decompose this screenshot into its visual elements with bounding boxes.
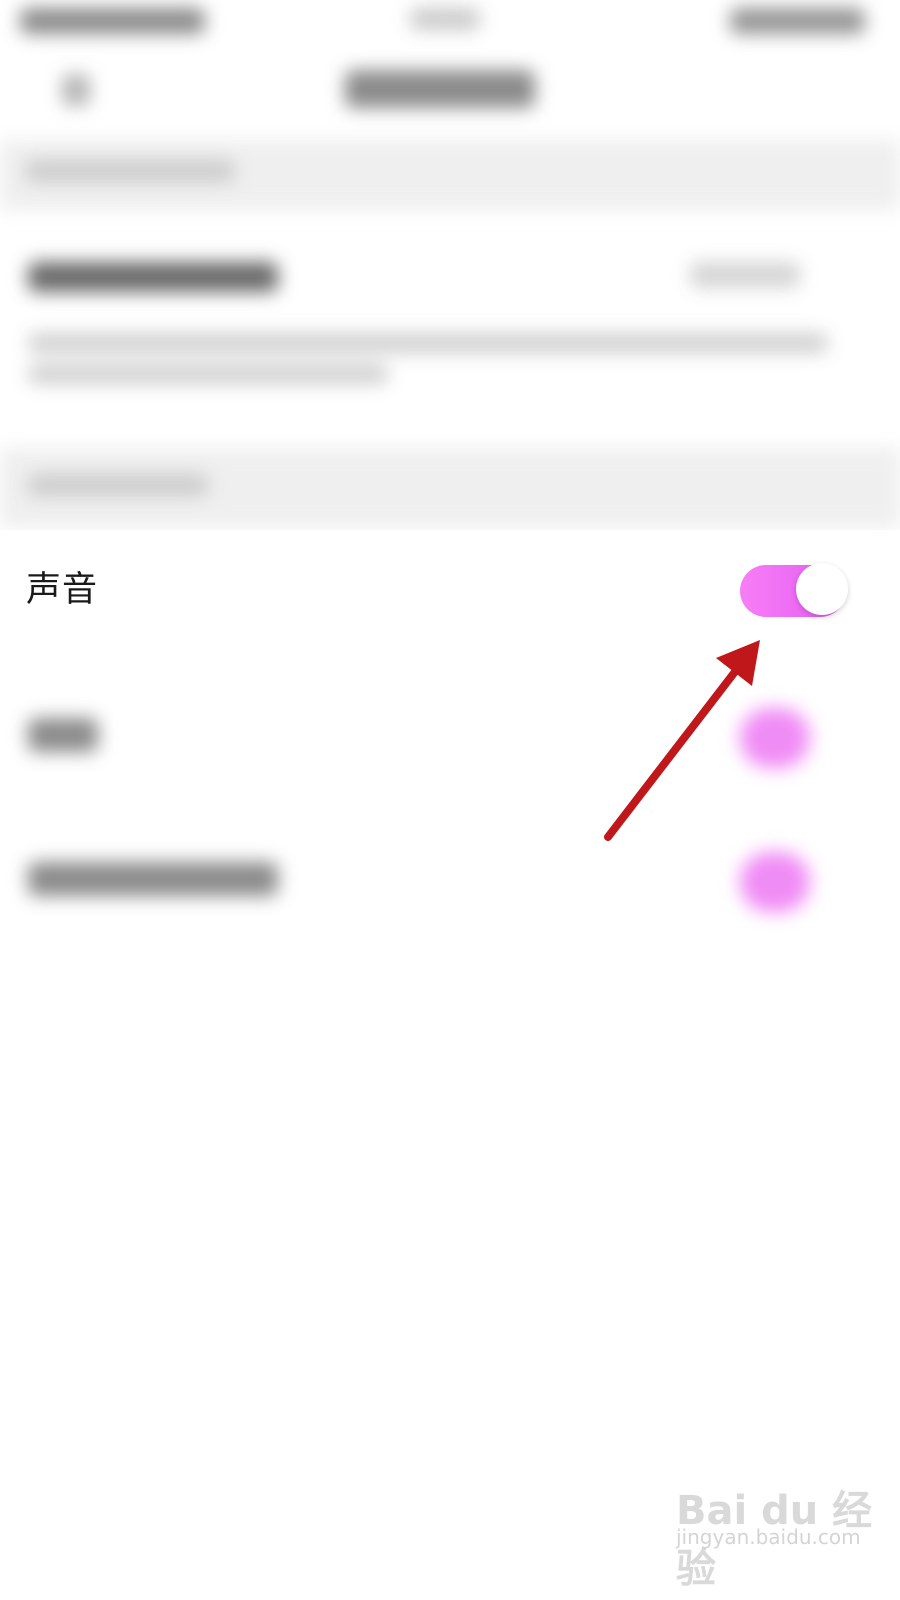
blurred-background xyxy=(0,0,900,1600)
arrow-shaft xyxy=(604,656,748,841)
back-icon[interactable] xyxy=(62,74,90,106)
blurred-toggle-1[interactable] xyxy=(740,708,810,768)
blurred-row-value[interactable] xyxy=(690,262,800,288)
section-header-2-text xyxy=(28,474,208,496)
sound-toggle-knob[interactable] xyxy=(796,563,848,615)
section-header-2 xyxy=(0,448,900,528)
blurred-row-desc-line-1 xyxy=(28,333,828,353)
page-title xyxy=(345,70,535,108)
blurred-row-desc-line-2 xyxy=(28,364,388,384)
section-header-1-text xyxy=(25,160,235,182)
status-bar-center xyxy=(410,8,480,30)
blurred-row-title xyxy=(28,262,278,292)
watermark-url: jingyan.baidu.com xyxy=(676,1525,861,1549)
blurred-setting-label-2 xyxy=(28,862,278,896)
status-bar-left xyxy=(20,8,205,34)
sound-label: 声音 xyxy=(26,570,99,610)
blurred-setting-label-1 xyxy=(28,718,98,752)
annotation-arrow xyxy=(604,640,760,841)
section-header-1 xyxy=(0,140,900,210)
status-bar-right xyxy=(730,8,865,34)
blurred-toggle-2[interactable] xyxy=(740,852,810,912)
